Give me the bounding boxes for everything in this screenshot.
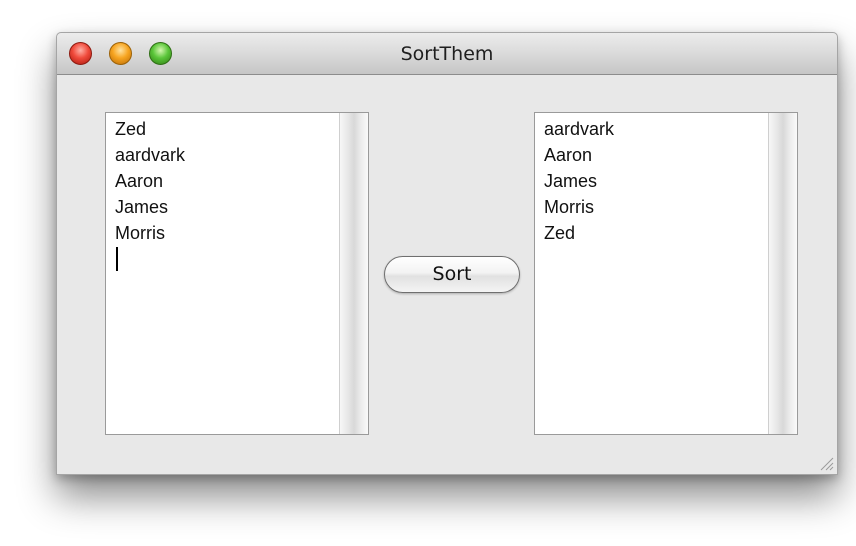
sortthem-window: SortThem Zed aardvark Aaron James Morris… <box>56 32 838 475</box>
sort-button[interactable]: Sort <box>384 256 520 293</box>
input-line: Aaron <box>115 171 164 191</box>
window-title: SortThem <box>400 43 494 65</box>
output-line: Zed <box>544 223 576 243</box>
input-text-view[interactable]: Zed aardvark Aaron James Morris <box>105 112 369 435</box>
resize-grip-icon[interactable] <box>818 455 834 471</box>
input-text-lines: Zed aardvark Aaron James Morris <box>115 116 185 246</box>
output-line: James <box>544 171 598 191</box>
text-caret <box>116 247 118 271</box>
input-line: Zed <box>115 119 147 139</box>
output-line: aardvark <box>544 119 615 139</box>
title-bar[interactable]: SortThem <box>57 33 837 75</box>
input-line: aardvark <box>115 145 186 165</box>
output-text-view[interactable]: aardvark Aaron James Morris Zed <box>534 112 798 435</box>
minimize-button[interactable] <box>109 42 132 65</box>
output-line: Aaron <box>544 145 593 165</box>
input-line: James <box>115 197 169 217</box>
zoom-button[interactable] <box>149 42 172 65</box>
input-line: Morris <box>115 223 165 243</box>
output-scrollbar[interactable] <box>768 113 797 434</box>
input-scrollbar[interactable] <box>339 113 368 434</box>
output-line: Morris <box>544 197 594 217</box>
close-button[interactable] <box>69 42 92 65</box>
output-text-lines: aardvark Aaron James Morris Zed <box>544 116 614 246</box>
